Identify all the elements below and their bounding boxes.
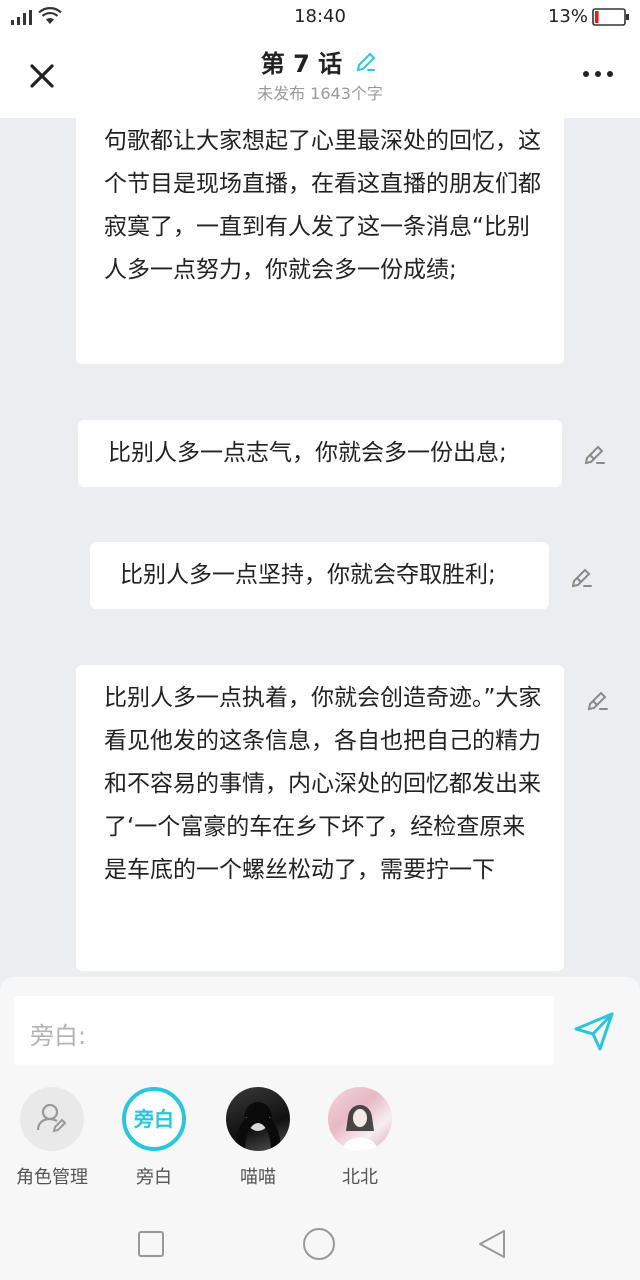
message-bubble[interactable]: 比别人多一点执着，你就会创造奇迹。”大家看见他发的这条信息，各自也把自己的精力和…: [76, 665, 564, 971]
role-label: 角色管理: [16, 1167, 88, 1188]
edit-title-icon[interactable]: [353, 49, 379, 75]
message-text: 比别人多一点执着，你就会创造奇迹。”大家看见他发的这条信息，各自也把自己的精力和…: [104, 685, 542, 883]
message-text: 比别人多一点志气，你就会多一份出息;: [108, 440, 507, 466]
word-count-status: 未发布 1643个字: [257, 84, 383, 103]
role-manage-avatar: [20, 1087, 84, 1151]
role-label: 喵喵: [240, 1167, 276, 1188]
composer-panel: 旁白: 角色管理 旁白 旁白 喵喵 北北: [0, 977, 640, 1210]
edit-message-icon[interactable]: [582, 441, 608, 467]
avatar-portrait: [342, 1105, 378, 1151]
title-row: 第 7 话: [0, 44, 640, 79]
back-icon[interactable]: [476, 1228, 508, 1260]
system-nav-bar: [0, 1210, 640, 1280]
battery-percent: 13%: [547, 6, 588, 27]
message-bubble[interactable]: 比别人多一点坚持，你就会夺取胜利;: [90, 542, 549, 609]
page-title: 第 7 话: [260, 50, 343, 78]
role-avatar: 旁白: [122, 1087, 186, 1151]
role-manage-icon: [36, 1103, 67, 1133]
avatar-portrait: [235, 1102, 281, 1151]
message-text: 句歌都让大家想起了心里最深处的回忆，这个节目是现场直播，在看这直播的朋友们都寂寞…: [104, 128, 541, 283]
role-label: 旁白: [136, 1167, 172, 1188]
role-label: 北北: [342, 1167, 378, 1188]
edit-message-icon[interactable]: [585, 687, 611, 713]
more-icon[interactable]: [580, 64, 616, 84]
avatar: [328, 1087, 392, 1151]
recent-apps-icon[interactable]: [137, 1230, 165, 1258]
send-icon[interactable]: [572, 1009, 616, 1053]
battery-icon: [592, 8, 629, 26]
role-avatar-text: 旁白: [134, 1107, 174, 1131]
message-bubble[interactable]: 句歌都让大家想起了心里最深处的回忆，这个节目是现场直播，在看这直播的朋友们都寂寞…: [76, 106, 564, 364]
role-beibei[interactable]: 北北: [320, 1087, 400, 1189]
role-narrator[interactable]: 旁白 旁白: [114, 1087, 194, 1189]
composer-placeholder: 旁白:: [30, 1022, 87, 1050]
message-text: 比别人多一点坚持，你就会夺取胜利;: [120, 562, 496, 588]
status-bar: 18:40 13%: [0, 0, 640, 34]
role-manage-button[interactable]: 角色管理: [12, 1087, 92, 1189]
home-icon[interactable]: [302, 1227, 336, 1261]
avatar: [226, 1087, 290, 1151]
composer-input[interactable]: 旁白:: [14, 996, 554, 1066]
status-time: 18:40: [294, 6, 346, 27]
role-miaomiao[interactable]: 喵喵: [218, 1087, 298, 1189]
edit-message-icon[interactable]: [569, 564, 595, 590]
message-bubble[interactable]: 比别人多一点志气，你就会多一份出息;: [78, 420, 562, 487]
